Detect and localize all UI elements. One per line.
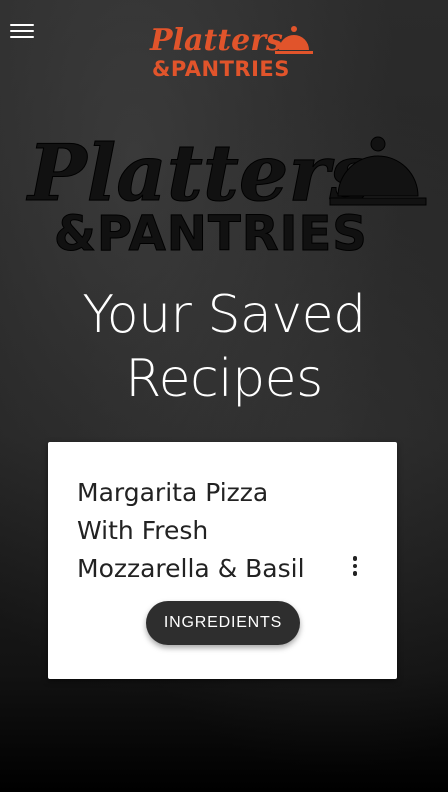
- page-title-line-2: Recipes: [125, 349, 323, 409]
- header-logo[interactable]: Platters &PANTRIES: [148, 20, 320, 80]
- menu-button[interactable]: [10, 22, 34, 42]
- more-vert-icon: [349, 556, 361, 576]
- page-title-line-1: Your Saved: [82, 285, 366, 345]
- hero-logo-block: &PANTRIES: [54, 206, 368, 260]
- logo-text-script: Platters: [149, 23, 283, 58]
- ingredients-button[interactable]: INGREDIENTS: [146, 601, 300, 645]
- recipe-title: Margarita Pizza With Fresh Mozzarella & …: [77, 478, 305, 583]
- hamburger-icon: [10, 24, 34, 38]
- logo-text-block: &PANTRIES: [152, 57, 290, 80]
- more-options-button[interactable]: [349, 556, 361, 578]
- page-title: Your Saved Recipes: [0, 283, 448, 411]
- hero-logo: Platters &PANTRIES: [20, 128, 440, 263]
- recipe-card: Margarita Pizza With Fresh Mozzarella & …: [48, 442, 397, 679]
